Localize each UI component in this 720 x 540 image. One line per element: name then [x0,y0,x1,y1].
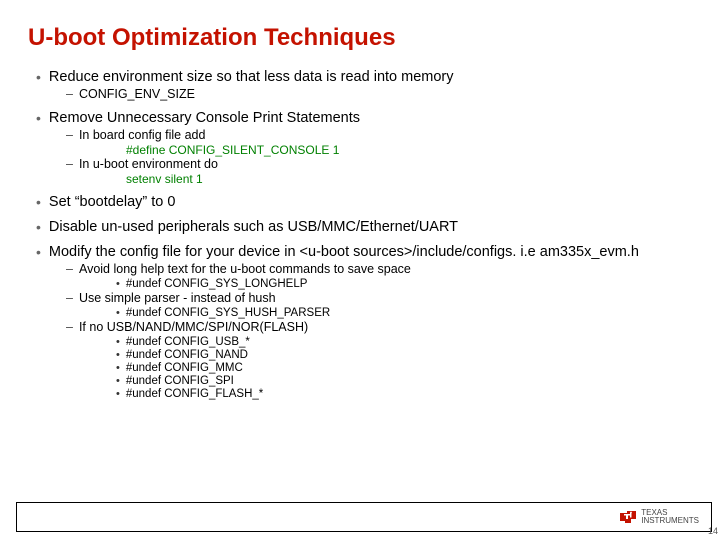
dash-icon: – [66,320,73,335]
sub-bullet-item: – In u-boot environment do setenv silent… [66,157,692,186]
code-line: setenv silent 1 [66,172,692,186]
dash-icon: – [66,87,73,102]
dash-icon: – [66,291,73,306]
bullet-dot-icon: • [36,68,41,86]
bullet-item: • Modify the config file for your device… [36,243,692,401]
bullet-list-level2: – CONFIG_ENV_SIZE [36,87,692,102]
bullet-text: Reduce environment size so that less dat… [49,68,454,86]
sub-bullet-text: If no USB/NAND/MMC/SPI/NOR(FLASH) [79,320,308,335]
bullet-dot-icon: • [116,375,120,388]
sub-bullet-text: Avoid long help text for the u-boot comm… [79,262,411,277]
sub3-bullet-item: • #undef CONFIG_FLASH_* [116,388,692,401]
bullet-dot-icon: • [116,278,120,291]
sub-bullet-item: – Use simple parser - instead of hush • … [66,291,692,320]
bullet-dot-icon: • [36,109,41,127]
dash-icon: – [66,157,73,172]
dash-icon: – [66,128,73,143]
sub3-bullet-text: #undef CONFIG_SYS_HUSH_PARSER [126,307,330,320]
slide-title: U-boot Optimization Techniques [28,24,692,52]
bullet-dot-icon: • [116,307,120,320]
sub3-bullet-item: • #undef CONFIG_SPI [116,375,692,388]
bullet-list-level2: – In board config file add #define CONFI… [36,128,692,186]
sub-bullet-item: – Avoid long help text for the u-boot co… [66,262,692,291]
bullet-text: Disable un-used peripherals such as USB/… [49,218,458,236]
bullet-text: Modify the config file for your device i… [49,243,639,261]
sub3-bullet-item: • #undef CONFIG_NAND [116,349,692,362]
bullet-item: • Remove Unnecessary Console Print State… [36,109,692,186]
sub-bullet-text: In u-boot environment do [79,157,218,172]
footer-bar: TEXAS INSTRUMENTS [16,502,712,532]
ti-logo: TEXAS INSTRUMENTS [619,509,699,525]
sub3-bullet-item: • #undef CONFIG_USB_* [116,336,692,349]
bullet-dot-icon: • [116,362,120,375]
bullet-list-level1: • Reduce environment size so that less d… [28,68,692,401]
bullet-item: • Set “bootdelay” to 0 [36,193,692,211]
ti-text-line2: INSTRUMENTS [641,517,699,525]
sub3-bullet-text: #undef CONFIG_SPI [126,375,234,388]
sub3-bullet-item: • #undef CONFIG_SYS_LONGHELP [116,278,692,291]
sub-bullet-text: In board config file add [79,128,205,143]
bullet-list-level3: • #undef CONFIG_SYS_HUSH_PARSER [66,307,692,320]
bullet-text: Set “bootdelay” to 0 [49,193,176,211]
bullet-dot-icon: • [36,243,41,261]
bullet-item: • Reduce environment size so that less d… [36,68,692,102]
sub3-bullet-item: • #undef CONFIG_MMC [116,362,692,375]
bullet-dot-icon: • [36,218,41,236]
bullet-list-level2: – Avoid long help text for the u-boot co… [36,262,692,401]
slide-body: U-boot Optimization Techniques • Reduce … [0,0,720,416]
page-number: 14 [708,526,718,536]
bullet-dot-icon: • [36,193,41,211]
sub-bullet-text: CONFIG_ENV_SIZE [79,87,195,102]
bullet-list-level3: • #undef CONFIG_SYS_LONGHELP [66,278,692,291]
bullet-dot-icon: • [116,336,120,349]
sub3-bullet-text: #undef CONFIG_FLASH_* [126,388,263,401]
bullet-item: • Disable un-used peripherals such as US… [36,218,692,236]
sub-bullet-text: Use simple parser - instead of hush [79,291,276,306]
sub3-bullet-text: #undef CONFIG_MMC [126,362,243,375]
bullet-dot-icon: • [116,349,120,362]
sub-bullet-item: – CONFIG_ENV_SIZE [66,87,692,102]
sub3-bullet-text: #undef CONFIG_SYS_LONGHELP [126,278,308,291]
sub3-bullet-text: #undef CONFIG_NAND [126,349,248,362]
sub-bullet-item: – In board config file add #define CONFI… [66,128,692,157]
dash-icon: – [66,262,73,277]
sub-bullet-item: – If no USB/NAND/MMC/SPI/NOR(FLASH) • #u… [66,320,692,401]
code-line: #define CONFIG_SILENT_CONSOLE 1 [66,143,692,157]
sub3-bullet-item: • #undef CONFIG_SYS_HUSH_PARSER [116,307,692,320]
sub3-bullet-text: #undef CONFIG_USB_* [126,336,250,349]
bullet-list-level3: • #undef CONFIG_USB_* • #undef CONFIG_NA… [66,336,692,401]
ti-chip-icon [619,510,637,524]
ti-logo-text: TEXAS INSTRUMENTS [641,509,699,525]
bullet-text: Remove Unnecessary Console Print Stateme… [49,109,360,127]
bullet-dot-icon: • [116,388,120,401]
